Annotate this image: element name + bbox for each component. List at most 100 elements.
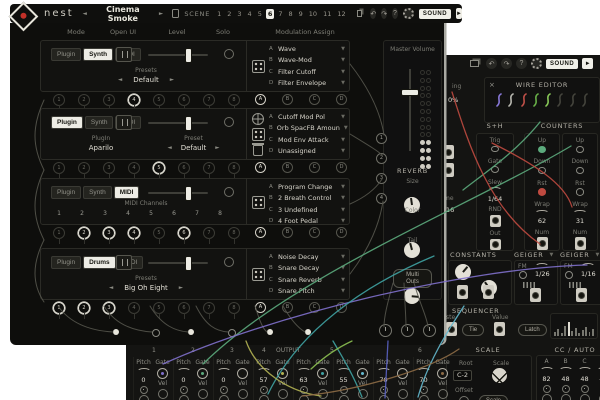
preset-next-button[interactable]: ►	[179, 285, 183, 291]
wire-color-swatch[interactable]	[495, 93, 503, 107]
wrap-dial[interactable]	[573, 209, 587, 216]
preset-value[interactable]: Default	[133, 76, 159, 84]
num-jack[interactable]	[574, 237, 586, 250]
preset-prev-button[interactable]: ◄	[118, 77, 122, 83]
midi-channel-number[interactable]: 1	[54, 210, 64, 217]
clock-output-icon[interactable]	[379, 324, 392, 337]
scene-5[interactable]: 5	[256, 9, 264, 19]
mod-assign-row[interactable]: A Program Change ▼	[269, 181, 345, 193]
slot-circle-2[interactable]: 2	[78, 302, 90, 319]
pitch-port[interactable]	[258, 395, 269, 400]
patch-node[interactable]	[152, 329, 160, 337]
pitch-dial[interactable]	[296, 367, 311, 375]
scene-4[interactable]: 4	[246, 9, 254, 19]
mode-button-plugin[interactable]: Plugin	[51, 48, 82, 61]
play-button[interactable]: ►	[582, 58, 594, 69]
fragment-jack[interactable]	[443, 145, 454, 159]
pitch-port[interactable]	[138, 395, 149, 400]
rate-dial[interactable]	[581, 263, 595, 270]
up-port[interactable]	[538, 145, 546, 153]
help-button[interactable]: ?	[516, 58, 527, 69]
patch-node[interactable]	[305, 329, 311, 335]
assign-port-C[interactable]: C	[309, 94, 320, 105]
slot-circle-2[interactable]: 2	[78, 227, 90, 244]
scene-8[interactable]: 8	[287, 9, 295, 19]
slot-circle-1[interactable]: 1	[53, 162, 65, 179]
midi-channel-number[interactable]: 7	[192, 210, 202, 217]
out-jack[interactable]	[489, 238, 501, 251]
dice-icon[interactable]	[252, 128, 265, 141]
slew-dial[interactable]	[488, 187, 502, 193]
gate-port[interactable]	[277, 367, 288, 379]
mixer-input-port-1[interactable]: 1	[376, 133, 387, 144]
tie-button[interactable]: Tie	[462, 324, 485, 336]
assign-port-C[interactable]: C	[309, 302, 320, 313]
tail-knob[interactable]	[404, 288, 420, 304]
redo-button[interactable]: ↷	[501, 58, 512, 69]
pitch-mod-port[interactable]	[219, 385, 228, 394]
mode-button-synth[interactable]: Synth	[83, 186, 112, 199]
patch-node[interactable]	[188, 329, 194, 335]
down-port[interactable]	[576, 166, 584, 175]
slot-circle-5[interactable]: 5	[153, 162, 165, 179]
multi-outs-button[interactable]: Multi Outs	[393, 269, 432, 288]
assign-port-D[interactable]: D	[336, 162, 347, 173]
fm-port[interactable]	[519, 271, 527, 279]
wire-color-swatch[interactable]	[520, 93, 528, 107]
vel-port[interactable]	[437, 388, 448, 399]
pitch-mod-port[interactable]	[419, 385, 428, 394]
chevron-down-icon[interactable]: ▼	[341, 195, 345, 201]
plugin-value[interactable]: Aparilo	[89, 144, 114, 152]
sound-button[interactable]: SOUND	[418, 8, 452, 19]
scale-knob[interactable]	[492, 368, 507, 383]
chevron-down-icon[interactable]: ▼	[341, 148, 345, 154]
rnd-jack[interactable]	[489, 214, 501, 227]
fm-port[interactable]	[565, 271, 573, 279]
chevron-down-icon[interactable]: ▼	[344, 125, 348, 131]
scene-6[interactable]: 6	[265, 8, 275, 19]
pitch-dial[interactable]	[336, 367, 351, 375]
master-volume-handle[interactable]	[401, 89, 419, 96]
midi-channel-number[interactable]: 6	[169, 210, 179, 217]
assign-port-B[interactable]: B	[282, 162, 293, 173]
play-button[interactable]: ►	[456, 8, 462, 19]
slot-circle-6[interactable]: 6	[178, 162, 190, 179]
chevron-down-icon[interactable]: ▼	[341, 80, 345, 86]
geiger-jack[interactable]	[530, 288, 541, 302]
assign-port-A[interactable]: A	[255, 227, 266, 238]
mod-assign-row[interactable]: C 3 Undefined ▼	[269, 204, 345, 216]
slot-circle-7[interactable]: 7	[203, 302, 215, 319]
mode-button-plugin[interactable]: Plugin	[51, 186, 82, 199]
pitch-port[interactable]	[338, 395, 349, 400]
patch-node[interactable]	[228, 329, 236, 337]
chevron-down-icon[interactable]: ▼	[341, 218, 345, 224]
level-slider[interactable]	[148, 256, 208, 271]
mixer-input-port-3[interactable]: 3	[376, 173, 387, 184]
mod-assign-row[interactable]: A Wave ▼	[269, 43, 345, 55]
assign-port-B[interactable]: B	[282, 302, 293, 313]
value-jack[interactable]	[494, 322, 505, 336]
chevron-down-icon[interactable]: ▼	[341, 265, 345, 271]
slot-circle-6[interactable]: 6	[178, 94, 190, 111]
close-icon[interactable]: ×	[489, 81, 495, 89]
globe-icon[interactable]	[252, 113, 264, 125]
fragment-jack[interactable]	[443, 163, 454, 177]
slot-circle-3[interactable]: 3	[103, 227, 115, 244]
midi-channel-number[interactable]: 2	[77, 210, 87, 217]
chevron-down-icon[interactable]: ▼	[341, 184, 345, 190]
cc-port[interactable]	[560, 394, 571, 400]
slot-circle-5[interactable]: 5	[153, 227, 165, 244]
gate-port[interactable]	[197, 367, 208, 379]
chevron-down-icon[interactable]: ▼	[341, 137, 345, 143]
wire-color-swatch[interactable]	[569, 93, 577, 107]
copy-icon[interactable]	[470, 60, 479, 67]
mixer-input-port-4[interactable]: 4	[376, 193, 387, 204]
mod-assign-row[interactable]: B 2 Breath Control ▼	[269, 193, 345, 205]
assign-port-D[interactable]: D	[336, 227, 347, 238]
wire-color-swatch[interactable]	[556, 93, 564, 107]
mode-button-plugin[interactable]: Plugin	[51, 256, 82, 269]
cc-dial[interactable]	[539, 366, 554, 374]
sound-button[interactable]: SOUND	[546, 58, 579, 69]
pitch-port[interactable]	[178, 395, 189, 400]
constant-knob-1[interactable]	[455, 264, 471, 280]
